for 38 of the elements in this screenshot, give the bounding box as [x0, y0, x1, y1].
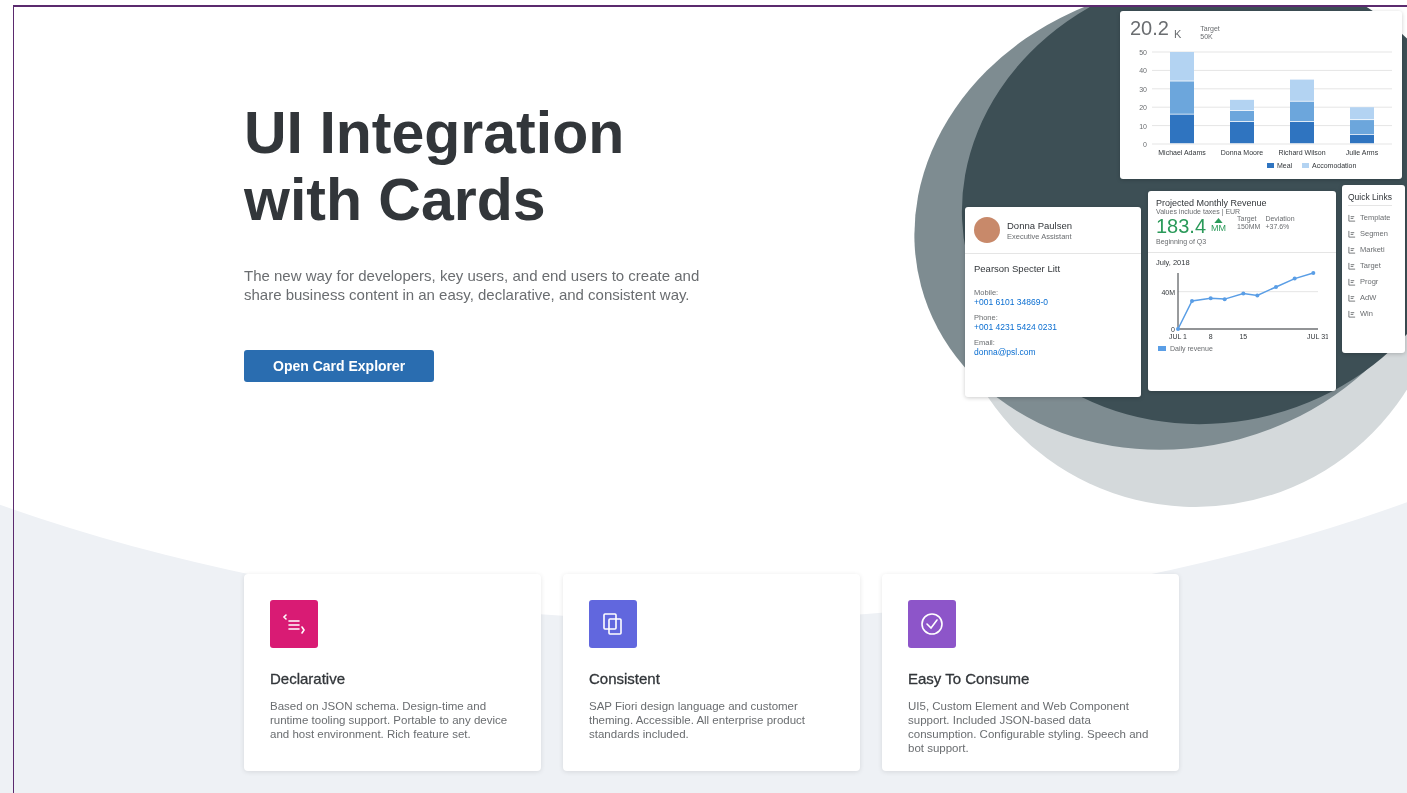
data-point [1292, 276, 1297, 281]
data-point [1255, 293, 1260, 298]
kpi-value: 20.2 [1130, 17, 1169, 40]
avatar-icon [974, 217, 1000, 243]
feature-description: SAP Fiori design language and customer theming. Accessible. All enterprise product standards included. [589, 699, 807, 741]
kpi-unit: MM [1211, 223, 1227, 233]
contact-link[interactable]: +001 6101 34869-0 [974, 297, 1048, 307]
data-point [1222, 297, 1227, 302]
contact-link[interactable]: +001 4231 5424 0231 [974, 322, 1057, 332]
list-icon [1348, 261, 1356, 270]
feature-description: UI5, Custom Element and Web Component support. Included JSON-based data consumption. Configurable styling. Speech and bot support. [908, 699, 1150, 755]
data-point [1176, 327, 1180, 331]
list-icon [1348, 213, 1356, 222]
data-point [1311, 271, 1316, 275]
list-icon [1348, 277, 1356, 286]
list-icon [1348, 245, 1356, 254]
page-title: UI Integration with Cards [244, 100, 626, 234]
open-card-explorer-button[interactable]: Open Card Explorer [244, 350, 435, 382]
list-icon [1348, 229, 1356, 238]
feature-description: Based on JSON schema. Design-time and runtime tooling support. Portable to any device and host environment. Rich feature set. [270, 699, 509, 741]
data-point [1190, 299, 1194, 303]
feature-title: Easy To Consume [908, 670, 1031, 687]
card-title: Projected Monthly Revenue [1156, 198, 1267, 208]
list-icon [1348, 309, 1356, 318]
company-name: Pearson Specter Litt [974, 263, 1061, 274]
card-title: Quick Links [1348, 192, 1392, 206]
data-point [1241, 291, 1246, 296]
kpi-value: 183.4 [1156, 215, 1207, 238]
y-axis-line [1177, 272, 1179, 330]
data-point [1274, 285, 1278, 289]
page-subtitle: The new way for developers, key users, and end users to create and share business content in an easy, declarative, and consistent way. [244, 266, 701, 304]
feature-title: Consistent [589, 670, 661, 687]
contact-name: Donna Paulsen [1007, 219, 1072, 231]
contact-link[interactable]: donna@psl.com [974, 347, 1036, 357]
feature-title: Declarative [270, 670, 347, 687]
data-point [1208, 296, 1213, 301]
list-icon [1348, 293, 1356, 302]
kpi-unit: K [1173, 28, 1182, 40]
